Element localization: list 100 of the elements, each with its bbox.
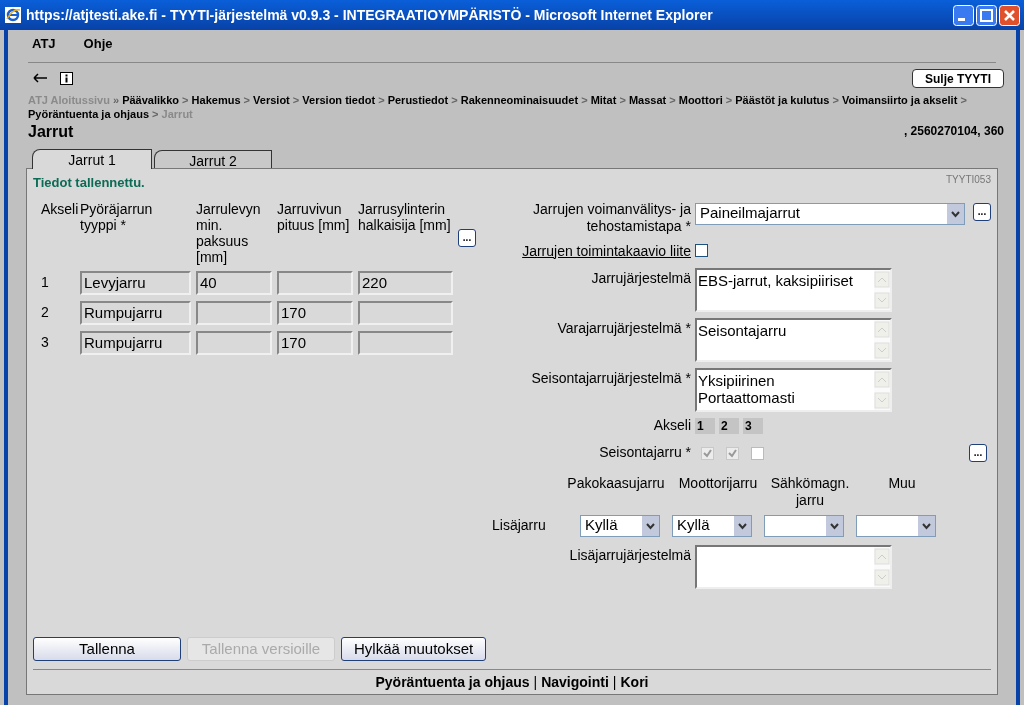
vehicle-info: , 2560270104, 360	[903, 123, 1004, 140]
maximize-icon[interactable]	[976, 4, 997, 26]
menu-item[interactable]: Ohje	[83, 34, 113, 54]
field-label: Jarrujärjestelmä	[591, 268, 691, 288]
input-field[interactable]	[277, 270, 353, 295]
dropdown[interactable]	[764, 514, 844, 537]
page-title: Jarrut	[28, 124, 74, 140]
more-button[interactable]: ...	[973, 202, 991, 221]
input-field[interactable]	[358, 300, 453, 325]
input-field[interactable]	[196, 330, 272, 355]
column-header: Muu	[887, 474, 917, 493]
text-area[interactable]: EBS-jarrut, kaksipiiriset	[695, 267, 892, 312]
breadcrumb-separator: >	[725, 94, 733, 106]
close-icon[interactable]	[999, 4, 1020, 26]
column-header: Jarruvivun pituus [mm]	[277, 200, 351, 235]
footer-link[interactable]: Pyöräntuenta ja ohjaus	[375, 671, 530, 693]
input-field[interactable]	[196, 300, 272, 325]
dropdown[interactable]	[856, 514, 936, 537]
column-header: Akseli	[40, 200, 80, 219]
breadcrumb-link[interactable]: Versiot	[253, 94, 290, 106]
column-header: Jarrusylinterin halkaisija [mm]	[358, 200, 452, 235]
footer-separator: |	[612, 672, 617, 692]
scrollbar-icon	[874, 319, 890, 360]
axle-number: 2	[40, 303, 50, 322]
field-label: Lisäjarru	[491, 516, 547, 535]
breadcrumb-link[interactable]: Pyöräntuenta ja ohjaus	[28, 108, 150, 120]
input-field[interactable]: 40	[196, 270, 272, 295]
menu-item[interactable]: ATJ	[32, 34, 56, 54]
breadcrumb-separator: >	[243, 94, 250, 106]
footer-link[interactable]: Navigointi	[541, 671, 609, 693]
scrollbar-icon	[874, 369, 890, 410]
field-label: Akseli	[653, 415, 691, 435]
input-field[interactable]: 220	[358, 270, 453, 295]
status-message: Tiedot tallennettu.	[33, 174, 145, 192]
field-label: Lisäjarrujärjestelmä	[569, 545, 691, 565]
button[interactable]: Tallenna	[33, 637, 181, 661]
field-label: Varajarrujärjestelmä *	[557, 318, 691, 338]
input-field[interactable]: 170	[277, 300, 353, 325]
checkbox[interactable]	[751, 446, 764, 460]
browser-icon	[4, 6, 22, 24]
field-label: Jarrujen voimanvälitys- ja tehostamistapa *	[532, 200, 691, 235]
dropdown[interactable]: Kyllä	[672, 514, 752, 537]
input-field[interactable]	[358, 330, 453, 355]
more-button[interactable]: ...	[458, 228, 476, 247]
column-header: Pyöräjarrun tyyppi *	[80, 200, 154, 235]
scrollbar-icon	[874, 546, 890, 587]
breadcrumb-link[interactable]: Päävalikko	[122, 94, 180, 106]
input-field[interactable]: 170	[277, 330, 353, 355]
breadcrumb-separator: >	[619, 94, 626, 106]
breadcrumb-separator: >	[378, 94, 385, 106]
breadcrumb-link[interactable]: Mitat	[590, 94, 617, 106]
input-field[interactable]: Rumpujarru	[80, 300, 191, 325]
breadcrumb-link[interactable]: Päästöt ja kulutus	[735, 94, 830, 106]
dropdown[interactable]: Paineilmajarrut	[695, 202, 965, 225]
axle-number: 3	[40, 333, 50, 352]
close-tyyti-button[interactable]: Sulje TYYTI	[912, 68, 1004, 88]
text-area[interactable]: Seisontajarru	[695, 317, 892, 362]
breadcrumb-separator: >	[581, 94, 588, 106]
breadcrumb-separator: >	[960, 94, 967, 106]
axle-number: 2	[719, 417, 739, 434]
breadcrumb-link[interactable]: Rakenneominaisuudet	[460, 94, 579, 106]
breadcrumb-separator: >	[669, 94, 676, 106]
attachment-link[interactable]: Jarrujen toimintakaavio liite	[522, 240, 691, 262]
input-field[interactable]: Levyjarru	[80, 270, 191, 295]
footer-separator: |	[533, 672, 538, 692]
input-field[interactable]: Rumpujarru	[80, 330, 191, 355]
button[interactable]: Hylkää muutokset	[341, 637, 487, 661]
tab[interactable]: Jarrut 1	[32, 149, 152, 169]
breadcrumb-link[interactable]: Perustiedot	[387, 94, 449, 106]
axle-number: 1	[695, 417, 715, 434]
back-arrow-icon[interactable]	[32, 72, 48, 84]
breadcrumb-separator: >	[292, 94, 300, 106]
breadcrumb-link[interactable]: Massat	[628, 94, 667, 106]
text-area[interactable]: Yksipiirinen Portaattomasti	[695, 367, 892, 412]
breadcrumb-separator: >	[182, 94, 189, 106]
window-title: https://atjtesti.ake.fi - TYYTI-järjestelmä v0.9.3 - INTEGRAATIOYMPÄRISTÖ - Microsoft Internet Explorer	[26, 5, 714, 25]
minimize-icon[interactable]	[953, 4, 974, 26]
column-header: Sähkömagn. jarru	[769, 474, 851, 509]
breadcrumb-link[interactable]: Version tiedot	[302, 94, 376, 106]
column-header: Pakokaasujarru	[566, 474, 666, 493]
more-button[interactable]: ...	[969, 443, 987, 462]
button: Tallenna versioille	[187, 637, 335, 661]
text-area[interactable]	[695, 544, 892, 589]
checkbox[interactable]	[695, 243, 708, 257]
axle-number: 3	[743, 417, 763, 434]
breadcrumb-link[interactable]: Moottori	[678, 94, 723, 106]
breadcrumb-link[interactable]: Hakemus	[191, 94, 241, 106]
column-header: Moottorijarru	[677, 474, 759, 493]
screen-code: TYYTI053	[945, 173, 991, 187]
tab[interactable]: Jarrut 2	[154, 150, 272, 168]
footer-link[interactable]: Kori	[620, 671, 649, 693]
field-label: Seisontajarru *	[599, 442, 691, 462]
axle-number: 1	[40, 273, 50, 292]
dropdown[interactable]: Kyllä	[580, 514, 660, 537]
breadcrumb-separator: >	[832, 94, 839, 106]
breadcrumb-separator: >	[152, 108, 159, 120]
column-header: Jarrulevyn min. paksuus [mm]	[196, 200, 262, 265]
info-icon[interactable]	[60, 71, 73, 85]
breadcrumb-link[interactable]: Voimansiirto ja akselit	[842, 94, 958, 106]
breadcrumb-separator: »	[112, 94, 120, 106]
